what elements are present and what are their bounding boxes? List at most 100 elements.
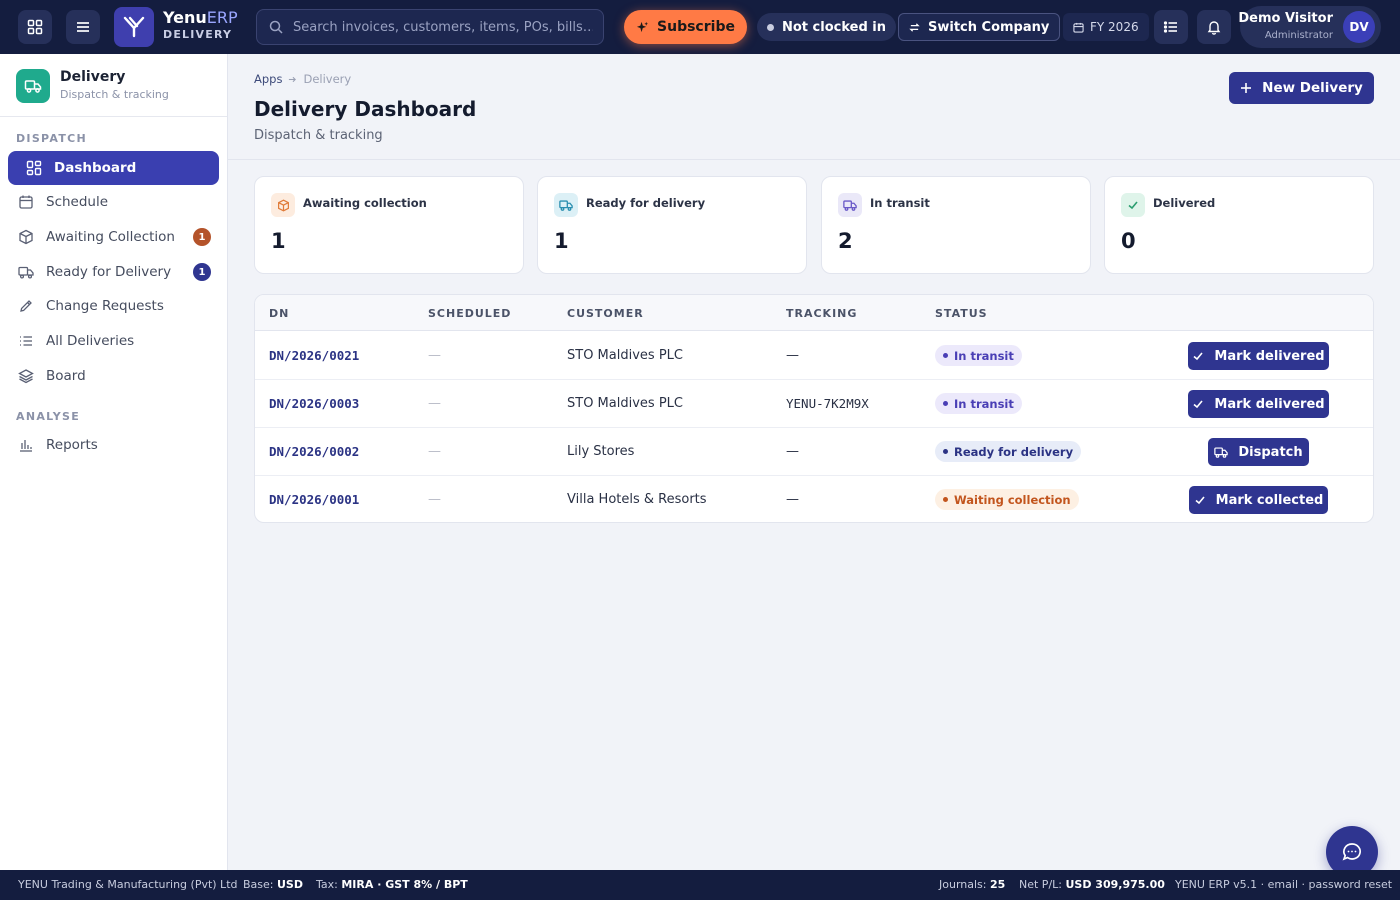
- clock-status[interactable]: Not clocked in: [757, 13, 897, 41]
- status-dot-icon: [943, 353, 948, 358]
- fiscal-year-label: FY 2026: [1090, 20, 1139, 34]
- table-row[interactable]: DN/2026/0002 — Lily Stores — Ready for d…: [255, 428, 1373, 476]
- truck-icon: [559, 200, 573, 211]
- sidebar-item-board[interactable]: Board: [8, 359, 219, 393]
- footer-net-pl: Net P/L: USD 309,975.00: [1019, 878, 1165, 891]
- scheduled-cell: —: [428, 492, 441, 507]
- card-icon: [838, 193, 862, 217]
- tracking-cell: —: [786, 492, 799, 507]
- table-row[interactable]: DN/2026/0001 — Villa Hotels & Resorts — …: [255, 476, 1373, 522]
- status-label: Waiting collection: [954, 492, 1071, 507]
- calendar-icon: [1073, 22, 1084, 33]
- column-header-status[interactable]: STATUS: [935, 307, 988, 320]
- truck-icon: [1214, 447, 1229, 458]
- notifications-button[interactable]: [1197, 10, 1231, 44]
- stat-card-delivered[interactable]: Delivered 0: [1104, 176, 1374, 274]
- sidebar-item-change-requests[interactable]: Change Requests: [8, 289, 219, 323]
- column-header-customer[interactable]: CUSTOMER: [567, 307, 644, 320]
- footer-tax-label: Tax:: [316, 878, 338, 891]
- switch-company-label: Switch Company: [928, 19, 1050, 35]
- switch-company-button[interactable]: Switch Company: [898, 13, 1061, 41]
- action-label: Mark delivered: [1214, 396, 1325, 412]
- tracking-cell: —: [786, 348, 799, 363]
- pencil-icon: [20, 300, 32, 312]
- sidebar-item-label: Schedule: [46, 194, 109, 210]
- card-value: 0: [1121, 229, 1136, 253]
- check-icon: [1195, 496, 1205, 505]
- card-label: Delivered: [1153, 196, 1216, 210]
- dispatch-button[interactable]: Dispatch: [1208, 438, 1309, 466]
- arrow-right-icon: [289, 76, 297, 82]
- dn-link[interactable]: DN/2026/0002: [269, 444, 359, 459]
- stat-card-ready-for-delivery[interactable]: Ready for delivery 1: [537, 176, 807, 274]
- count-badge: 1: [193, 228, 211, 246]
- apps-grid-icon: [27, 19, 43, 35]
- column-header-scheduled[interactable]: SCHEDULED: [428, 307, 511, 320]
- breadcrumb-apps[interactable]: Apps: [254, 72, 282, 86]
- brand-text: YenuERP DELIVERY: [163, 8, 238, 42]
- chat-bubble-icon: [1342, 843, 1361, 861]
- app-title: Delivery: [60, 69, 126, 85]
- table-row[interactable]: DN/2026/0003 — STO Maldives PLC YENU-7K2…: [255, 380, 1373, 428]
- table-header: DN SCHEDULED CUSTOMER TRACKING STATUS: [255, 295, 1373, 331]
- footer-company: YENU Trading & Manufacturing (Pvt) Ltd: [18, 878, 238, 891]
- footer-base: Base: USD: [243, 878, 303, 891]
- apps-grid-button[interactable]: [18, 10, 52, 44]
- sidebar-item-label: Change Requests: [46, 298, 164, 314]
- mark-delivered-button[interactable]: Mark delivered: [1188, 390, 1329, 418]
- sidebar-item-schedule[interactable]: Schedule: [8, 185, 219, 219]
- column-header-tracking[interactable]: TRACKING: [786, 307, 857, 320]
- list-icon: [20, 336, 32, 346]
- brand-suffix: ERP: [206, 8, 238, 27]
- breadcrumb: Apps Delivery: [254, 72, 351, 86]
- global-search[interactable]: [256, 9, 604, 45]
- section-analyse: ANALYSE: [16, 410, 81, 423]
- user-menu[interactable]: Demo Visitor Administrator DV: [1238, 6, 1381, 48]
- status-dot-icon: [943, 449, 948, 454]
- stat-card-awaiting-collection[interactable]: Awaiting collection 1: [254, 176, 524, 274]
- section-dispatch: DISPATCH: [16, 132, 88, 145]
- footer-tax-value: MIRA · GST 8% / BPT: [341, 878, 468, 891]
- brand-module: DELIVERY: [163, 28, 233, 41]
- sparkle-icon: [636, 21, 649, 32]
- dn-link[interactable]: DN/2026/0003: [269, 396, 359, 411]
- new-delivery-button[interactable]: New Delivery: [1229, 72, 1374, 104]
- dn-link[interactable]: DN/2026/0001: [269, 492, 359, 507]
- column-header-dn[interactable]: DN: [269, 307, 289, 320]
- dn-link[interactable]: DN/2026/0021: [269, 348, 359, 363]
- footer-version[interactable]: YENU ERP v5.1 · email · password reset: [1175, 878, 1392, 891]
- status-label: In transit: [954, 348, 1014, 363]
- sidebar-item-awaiting-collection[interactable]: Awaiting Collection 1: [8, 220, 219, 254]
- footer-netpl-value: USD 309,975.00: [1065, 878, 1165, 891]
- sidebar-item-all-deliveries[interactable]: All Deliveries: [8, 324, 219, 358]
- card-value: 2: [838, 229, 853, 253]
- search-input[interactable]: [293, 19, 593, 35]
- sidebar-item-label: Board: [46, 368, 86, 384]
- customer-cell: STO Maldives PLC: [567, 348, 683, 363]
- sidebar-item-dashboard[interactable]: Dashboard: [8, 151, 219, 185]
- fiscal-year-selector[interactable]: FY 2026: [1063, 13, 1149, 41]
- box-icon: [277, 199, 289, 211]
- count-badge: 1: [193, 263, 211, 281]
- menu-button[interactable]: [66, 10, 100, 44]
- stat-card-in-transit[interactable]: In transit 2: [821, 176, 1091, 274]
- status-dot-icon: [943, 497, 948, 502]
- tracking-cell: YENU-7K2M9X: [786, 396, 869, 411]
- mark-collected-button[interactable]: Mark collected: [1189, 486, 1328, 514]
- footer-journals-label: Journals:: [939, 878, 987, 891]
- task-list-button[interactable]: [1154, 10, 1188, 44]
- sidebar-item-reports[interactable]: Reports: [8, 428, 219, 462]
- mark-delivered-button[interactable]: Mark delivered: [1188, 342, 1329, 370]
- y-logo-icon: [123, 16, 145, 38]
- box-icon: [19, 229, 33, 245]
- app-subtitle: Dispatch & tracking: [60, 88, 169, 101]
- user-name: Demo Visitor: [1238, 11, 1333, 26]
- subscribe-button[interactable]: Subscribe: [624, 10, 747, 44]
- status-label: Ready for delivery: [954, 444, 1074, 459]
- sidebar-item-ready-for-delivery[interactable]: Ready for Delivery 1: [8, 255, 219, 289]
- table-row[interactable]: DN/2026/0021 — STO Maldives PLC — In tra…: [255, 332, 1373, 380]
- status-label: In transit: [954, 396, 1014, 411]
- page-title: Delivery Dashboard: [254, 97, 477, 121]
- brand-logo[interactable]: [114, 7, 154, 47]
- truck-icon: [24, 80, 42, 93]
